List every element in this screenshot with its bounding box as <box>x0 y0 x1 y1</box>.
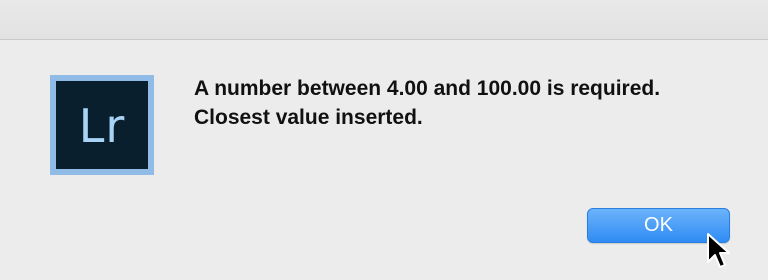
dialog-titlebar[interactable] <box>0 0 768 40</box>
mouse-pointer-icon <box>707 233 730 268</box>
app-icon-label: Lr <box>78 99 126 153</box>
alert-dialog: Lr A number between 4.00 and 100.00 is r… <box>0 0 768 280</box>
alert-message: A number between 4.00 and 100.00 is requ… <box>194 77 661 129</box>
lightroom-app-icon: Lr <box>50 75 154 175</box>
app-icon-inner: Lr <box>56 81 148 169</box>
